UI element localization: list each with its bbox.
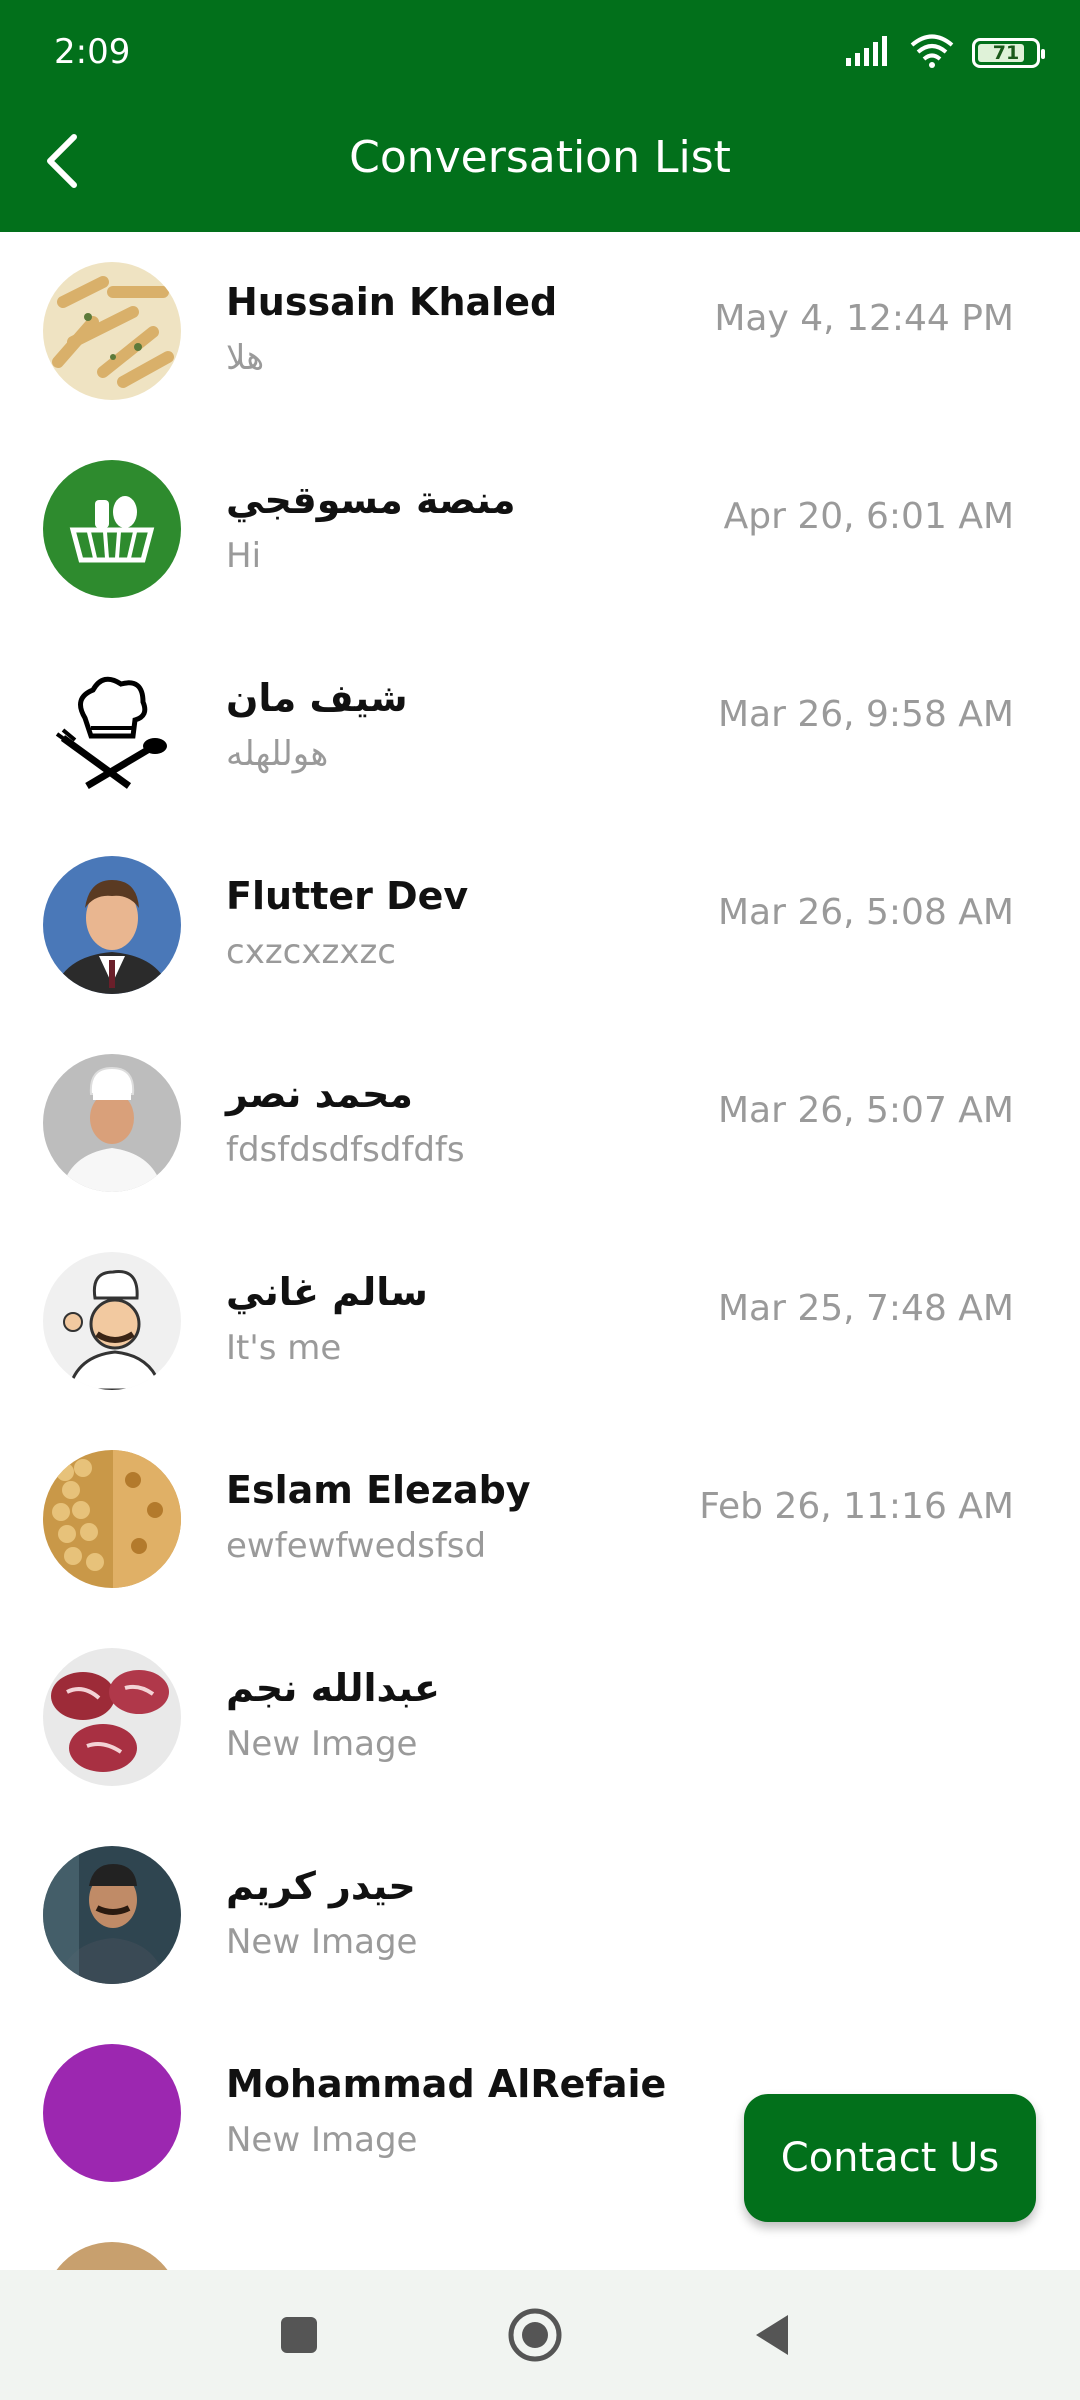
conversation-list[interactable]: Hussain Khaled هلا May 4, 12:44 PM منصة … [0,232,1080,2270]
conversation-row[interactable]: عبدالله نجم New Image [0,1618,1080,1816]
contact-name: Flutter Dev [226,874,469,918]
message-time: Feb 26, 11:16 AM [699,1486,1014,1527]
recents-button[interactable] [266,2270,332,2400]
conversation-row[interactable]: منصة مسوقجي Hi Apr 20, 6:01 AM [0,430,1080,628]
message-time: May 4, 12:44 PM [714,298,1014,339]
home-circle-icon [508,2308,562,2362]
last-message: cxzcxzxzc [226,932,396,972]
contact-name: عبدالله نجم [226,1666,440,1710]
last-message: Hi [226,536,262,576]
conversation-row[interactable]: محمد نصر fdsfdsdfsdfdfs Mar 26, 5:07 AM [0,1024,1080,1222]
conversation-row[interactable]: Hussain Khaled هلا May 4, 12:44 PM [0,232,1080,430]
avatar [43,856,181,994]
avatar [43,2044,181,2182]
contact-name: منصة مسوقجي [226,478,516,522]
message-time: Mar 25, 7:48 AM [717,1288,1014,1329]
contact-name: محمد نصر [226,1072,413,1116]
back-triangle-icon [756,2315,788,2355]
last-message: fdsfdsdfsdfdfs [226,1130,465,1170]
avatar [43,1648,181,1786]
last-message: هوللهله [226,734,329,774]
avatar [43,658,181,796]
system-nav-bar [0,2270,1080,2400]
contact-name: شيف مان [226,676,408,720]
last-message: ewfewfwedsfsd [226,1526,487,1566]
contact-name: Eslam Elezaby [226,1468,531,1512]
home-button[interactable] [500,2270,570,2400]
message-time: Apr 20, 6:01 AM [723,496,1014,537]
message-time: Mar 26, 5:07 AM [717,1090,1014,1131]
conversation-row[interactable]: Flutter Dev cxzcxzxzc Mar 26, 5:08 AM [0,826,1080,1024]
avatar [43,262,181,400]
signal-icon [846,36,892,70]
avatar [43,460,181,598]
page-title: Conversation List [349,132,731,183]
conversation-row[interactable]: Eslam Elezaby ewfewfwedsfsd Feb 26, 11:1… [0,1420,1080,1618]
message-time: Mar 26, 9:58 AM [717,694,1014,735]
conversation-row[interactable]: سالم غاني It's me Mar 25, 7:48 AM [0,1222,1080,1420]
last-message: هلا [226,338,265,378]
message-time: Mar 26, 5:08 AM [717,892,1014,933]
app-bar: 2:09 71 Conversation List [0,0,1080,232]
last-message: New Image [226,2120,418,2160]
status-icons: 71 [846,34,1045,72]
last-message: New Image [226,1922,418,1962]
avatar [43,1450,181,1588]
contact-name: Mohammad AlRefaie [226,2062,667,2106]
avatar [43,2242,181,2270]
battery-icon: 71 [972,38,1045,68]
wifi-icon [910,34,954,72]
contact-name: Hussain Khaled [226,280,558,324]
contact-us-button[interactable]: Contact Us [744,2094,1036,2222]
avatar [43,1252,181,1390]
recents-square-icon [281,2317,317,2353]
contact-name: سالم غاني [226,1270,428,1314]
avatar [43,1846,181,1984]
last-message: New Image [226,1724,418,1764]
back-nav-button[interactable] [744,2270,800,2400]
avatar [43,1054,181,1192]
battery-level: 71 [992,42,1020,64]
conversation-row[interactable]: شيف مان هوللهله Mar 26, 9:58 AM [0,628,1080,826]
status-time: 2:09 [54,32,131,72]
contact-name: حيدر كريم [226,1864,416,1908]
last-message: It's me [226,1328,342,1368]
conversation-row[interactable]: حيدر كريم New Image [0,1816,1080,2014]
